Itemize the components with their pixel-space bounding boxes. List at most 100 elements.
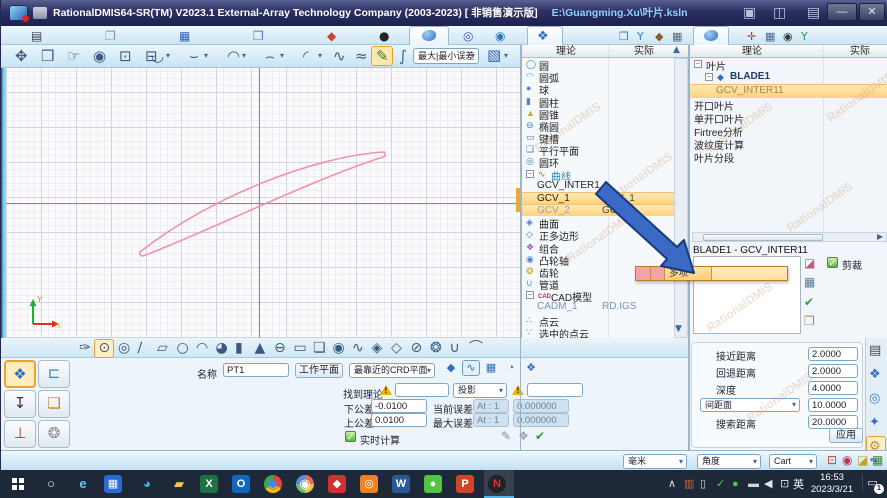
expand-toggle-icon[interactable]: − bbox=[705, 73, 713, 81]
arc-view-icon[interactable]: ⌣ bbox=[189, 49, 199, 64]
probe-star-icon[interactable]: ✦ bbox=[869, 416, 880, 429]
coords-dropdown[interactable]: Cart▾ bbox=[769, 454, 817, 469]
tab-model-icon[interactable]: ❒ bbox=[253, 30, 264, 42]
form-tab-graph[interactable]: ∿ bbox=[462, 360, 480, 376]
tray-expand-icon[interactable]: ∧ bbox=[668, 476, 676, 492]
find-theory-input[interactable] bbox=[395, 383, 449, 397]
taskbar-shield-icon[interactable]: ◆ bbox=[328, 475, 346, 493]
parallel-planes-tool-icon[interactable]: ❏ bbox=[313, 341, 326, 355]
col-theory-2[interactable]: 理论 bbox=[742, 45, 762, 58]
edit-board-icon[interactable]: ▦ bbox=[804, 276, 815, 288]
hscroll-right-icon[interactable]: ▶ bbox=[877, 233, 883, 241]
smooth-curve-icon[interactable]: ≈ bbox=[355, 49, 368, 64]
error-mode-dropdown[interactable]: 最大|最小误差▾ bbox=[413, 48, 479, 64]
projection-dropdown[interactable]: 投影▾ bbox=[453, 383, 507, 398]
tools-mode-button[interactable]: ❂ bbox=[38, 420, 70, 448]
tab-display-icon[interactable]: ▦ bbox=[179, 30, 190, 42]
tab-probe-y-icon[interactable]: Y bbox=[637, 31, 644, 42]
minimize-button[interactable]: — bbox=[827, 3, 857, 21]
start-button-icon[interactable] bbox=[12, 478, 17, 483]
tree-item-CAD模型[interactable]: −CADCAD模型 bbox=[522, 289, 674, 301]
point-vector-tool-icon[interactable]: ◎ bbox=[118, 341, 130, 355]
taskbar-excel-icon[interactable]: X bbox=[200, 475, 218, 493]
tab-cube-icon[interactable]: ❖ bbox=[537, 30, 549, 43]
circle-tool-icon[interactable]: ○ bbox=[177, 341, 189, 355]
col-theory[interactable]: 理论 bbox=[556, 45, 576, 58]
datum-box-mode-button[interactable]: ❏ bbox=[38, 390, 70, 418]
probe-view-icon[interactable]: ◜ bbox=[303, 49, 309, 64]
tab-render-icon[interactable]: ◆ bbox=[327, 30, 336, 42]
upper-tol-input[interactable] bbox=[371, 413, 427, 427]
tray-card-icon[interactable]: ▬ bbox=[748, 476, 759, 492]
gear-tool-icon[interactable]: ❂ bbox=[430, 341, 442, 355]
point-tool-icon[interactable]: ⊙ bbox=[99, 341, 111, 355]
cad-viewport[interactable]: Y x bbox=[6, 68, 520, 338]
tree-item-波纹度计算[interactable]: 波纹度计算 bbox=[690, 137, 887, 150]
tab-right-monitor-icon[interactable]: ▦ bbox=[765, 31, 775, 42]
tray-volume-icon[interactable]: ◀ bbox=[764, 476, 772, 492]
notification-icon[interactable]: ▭1 bbox=[862, 474, 882, 492]
emergency-ball-icon[interactable]: ◉ bbox=[842, 454, 852, 466]
param-input-接近距离[interactable] bbox=[808, 347, 858, 361]
col-actual-2[interactable]: 实际 bbox=[850, 45, 870, 58]
sphere-tool-icon[interactable]: ◕ bbox=[216, 341, 228, 355]
tree-item-球[interactable]: ●球 bbox=[522, 82, 674, 94]
tab-blade-selected[interactable] bbox=[409, 26, 449, 45]
cylinder-tool-icon[interactable]: ▮ bbox=[235, 341, 243, 355]
torus-tool-icon[interactable]: ◉ bbox=[333, 341, 345, 355]
transform-icon[interactable]: ✥ bbox=[15, 49, 28, 64]
display-switch-icon[interactable]: ◫ bbox=[773, 5, 786, 19]
tree-item-圆锥[interactable]: ▲圆锥 bbox=[522, 107, 674, 119]
tab-box-icon[interactable]: ❒ bbox=[619, 31, 629, 42]
arc-tool-icon[interactable]: ◠ bbox=[196, 341, 208, 355]
tab-sensor-icon[interactable]: ◎ bbox=[463, 30, 473, 42]
probe-view-caret-icon[interactable]: ▾ bbox=[318, 52, 322, 60]
import-icon[interactable]: ▤ bbox=[807, 5, 820, 19]
tree-item-键槽[interactable]: ▭键槽 bbox=[522, 131, 674, 143]
taskbar-paint-icon[interactable]: ◉ bbox=[296, 475, 314, 493]
expand-toggle-icon[interactable]: − bbox=[526, 170, 534, 178]
tab-right-axes-icon[interactable]: ✛ bbox=[747, 31, 756, 42]
apply-button[interactable]: 应用 bbox=[829, 428, 863, 443]
polygon-tool-icon[interactable]: ◇ bbox=[391, 341, 402, 355]
tab-machine-icon[interactable]: ▤ bbox=[31, 30, 42, 42]
realtime-checkbox[interactable] bbox=[345, 431, 356, 442]
form-tab-result[interactable]: ❖ bbox=[522, 360, 540, 376]
fit-view-icon[interactable]: ◡ bbox=[151, 49, 164, 64]
tab-right-axis-y-icon[interactable]: Y bbox=[801, 31, 808, 42]
taskbar-finder-icon[interactable]: ◎ bbox=[360, 475, 378, 493]
tree-scroll-up-icon[interactable]: ▲ bbox=[673, 46, 680, 55]
tree-item-圆柱[interactable]: ▮圆柱 bbox=[522, 95, 674, 107]
tree-item-椭圆[interactable]: ⊖椭圆 bbox=[522, 119, 674, 131]
tray-colorful-icon[interactable]: ▥ bbox=[684, 476, 694, 492]
expand-toggle-icon[interactable]: − bbox=[526, 291, 534, 299]
probe-small-icon[interactable]: ❖ bbox=[518, 430, 529, 442]
arc-view-caret-icon[interactable]: ▾ bbox=[204, 52, 208, 60]
device-icon[interactable]: ▣ bbox=[743, 5, 756, 19]
tray-network-icon[interactable]: ⊡ bbox=[780, 476, 789, 492]
strip-scroll-icon[interactable]: ▾▴ bbox=[870, 457, 877, 464]
offset-curve-icon[interactable]: ∫ bbox=[399, 49, 407, 64]
angle-dropdown[interactable]: 角度▾ bbox=[697, 454, 761, 469]
taskbar-search-icon[interactable]: ○ bbox=[40, 473, 62, 495]
tree-item-圆[interactable]: ◯圆 bbox=[522, 58, 674, 70]
param-input-深度[interactable] bbox=[808, 381, 858, 395]
tree-item-叶片[interactable]: −叶片 bbox=[690, 58, 887, 71]
chart-caret-icon[interactable]: ▾ bbox=[504, 52, 508, 60]
zoom-region-icon[interactable]: ⊡ bbox=[119, 49, 132, 64]
path-view-caret-icon[interactable]: ▾ bbox=[280, 52, 284, 60]
plane-tool-icon[interactable]: ▱ bbox=[157, 341, 168, 355]
tab-right-camera-icon[interactable]: ◉ bbox=[783, 31, 793, 42]
lower-tol-input[interactable] bbox=[371, 399, 427, 413]
confirm-check-icon[interactable]: ✔ bbox=[804, 296, 814, 308]
param-input-回退距离[interactable] bbox=[808, 364, 858, 378]
ime-indicator[interactable]: 英 bbox=[793, 477, 804, 493]
csys-mode-button[interactable]: ⊥ bbox=[4, 420, 36, 448]
taskbar-chrome-icon[interactable]: ◉ bbox=[264, 475, 282, 493]
path-view-icon[interactable]: ⌢ bbox=[265, 49, 275, 64]
round-slot-tool-icon[interactable]: ⊘ bbox=[411, 341, 423, 355]
taskbar-wechat-icon[interactable]: ● bbox=[424, 475, 442, 493]
edit-note-icon[interactable]: ✎ bbox=[501, 430, 511, 442]
hook-tool-icon[interactable]: ⌒ bbox=[469, 341, 483, 355]
name-input[interactable] bbox=[223, 363, 289, 377]
